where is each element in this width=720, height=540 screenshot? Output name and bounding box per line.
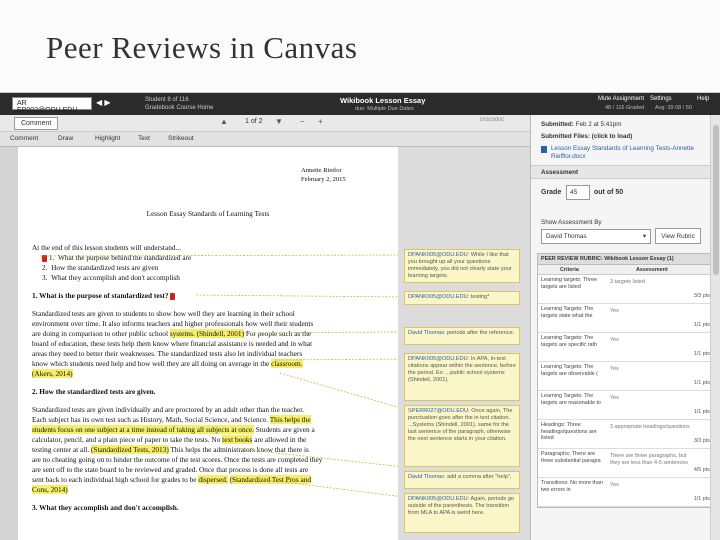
para1-line: (Akers, 2014) [32, 369, 73, 378]
comment-note[interactable]: DPANK005@ODU.EDU: Again, periods go outs… [404, 493, 520, 533]
document-icon [541, 146, 547, 153]
student-nav-arrows-icon[interactable]: ◀ ▶ [96, 98, 111, 107]
rubric-table: PEER REVIEW RUBRIC: Wikibook Lesson Essa… [537, 253, 715, 508]
para2-line: Cons, 2014) [32, 485, 68, 494]
para1-line: Standardized tests are given to students… [32, 309, 295, 318]
comment-note[interactable]: DPANK005@ODU.EDU: While I like that you … [404, 249, 520, 283]
rubric-title: PEER REVIEW RUBRIC: Wikibook Lesson Essa… [538, 254, 714, 265]
essay-author: Annette Rietfor [301, 167, 342, 174]
page-indicator: 1 of 2 [245, 118, 263, 125]
slide-title: Peer Reviews in Canvas [46, 30, 358, 65]
assessment-header: Assessment [636, 267, 668, 273]
para2-line: are sent off to the state board to be re… [32, 465, 309, 474]
document-toolbar: Comment ▲ 1 of 2 ▼ − + crocodoc [0, 115, 530, 132]
para2-line: sent back to each individual high school… [32, 475, 312, 484]
para2-line: students focus on one subject at a time … [32, 425, 315, 434]
zoom-out-icon[interactable]: − [300, 117, 305, 126]
criteria-header: Criteria [560, 267, 579, 273]
annotation-toolbar: Comment Draw Highlight Text Strikeout [0, 132, 530, 147]
rubric-row: Learning targets: Three targets are list… [538, 275, 714, 304]
assessor-select[interactable]: David Thomas ▾ [541, 229, 651, 244]
intro-line: At the end of this lesson students will … [32, 243, 181, 252]
panel-scrollbar[interactable] [710, 115, 720, 540]
settings-button[interactable]: Settings [650, 96, 672, 102]
essay-date: February 2, 2015 [301, 176, 346, 183]
assessment-header: Assessment [531, 165, 720, 179]
para2-line: Each subject has its own test such as Hi… [32, 415, 311, 424]
rubric-row: Learning Targets: The targets are observ… [538, 362, 714, 391]
rubric-row: Learning Targets: The targets are specif… [538, 333, 714, 362]
comment-note[interactable]: DPANK005@ODU.EDU: In APA, in-text citati… [404, 353, 520, 401]
due-date: due: Multiple Due Dates [355, 106, 414, 112]
scrollbar-thumb[interactable] [713, 125, 719, 275]
submitted-file-link[interactable]: Lesson Essay Standards of Learning Tests… [551, 145, 701, 161]
rubric-row: Headings: Three headings/questions are l… [538, 420, 714, 449]
next-page-icon[interactable]: ▼ [275, 117, 283, 126]
help-button[interactable]: Help [697, 96, 709, 102]
para1-line: know which students need help and how we… [32, 359, 303, 368]
heading-1: 1. What is the purpose of standardized t… [32, 291, 387, 301]
list-item: 3. What they accomplish and don't accomp… [42, 273, 180, 282]
crocodoc-logo: crocodoc [480, 117, 505, 123]
comment-note[interactable]: SPERR027@ODU.EDU: Once again, The punctu… [404, 405, 520, 467]
grade-label: Grade [541, 189, 562, 196]
graded-count: 48 / 116 Graded [605, 105, 645, 111]
assignment-title[interactable]: Wikibook Lesson Essay [340, 96, 425, 105]
strikeout-tool[interactable]: Strikeout [168, 135, 194, 142]
show-assessment-label: Show Assessment By [541, 219, 602, 226]
essay-page: Annette Rietfor February 2, 2015 Lesson … [18, 147, 398, 540]
grade-max: out of 50 [594, 189, 624, 196]
view-rubric-button[interactable]: View Rubric [655, 228, 701, 244]
zoom-in-icon[interactable]: + [318, 117, 323, 126]
para1-line: environment over time. It also informs t… [32, 319, 314, 328]
comment-tab[interactable]: Comment [14, 117, 59, 130]
rubric-row: Paragraphs: There are three substantial … [538, 449, 714, 478]
para2-line: calculator, pencil, and a plain piece of… [32, 435, 307, 444]
prev-page-icon[interactable]: ▲ [220, 117, 228, 126]
comment-margin: DPANK005@ODU.EDU: While I like that you … [398, 147, 530, 540]
annotation-pin-icon[interactable] [170, 292, 176, 300]
para1-line: are doing in comparison to other public … [32, 329, 312, 338]
rubric-row: Transitions: No more than two errors in Y… [538, 478, 714, 507]
slide-header: Peer Reviews in Canvas [0, 0, 720, 92]
list-item: 2. How the standardized tests are given [42, 263, 159, 272]
comment-note[interactable]: David Thomas: periods after the referenc… [404, 327, 520, 345]
draw-tool[interactable]: Draw [58, 135, 73, 142]
canvas-speedgrader-screenshot: AR EP002@ODU.EDU ◀ ▶ Student 8 of 116 Gr… [0, 92, 720, 540]
rubric-header-row: Criteria Assessment [538, 265, 714, 275]
student-select[interactable]: AR EP002@ODU.EDU [12, 97, 92, 114]
grade-input[interactable]: 45 [566, 185, 590, 200]
rubric-row: Learning Targets: The targets are reason… [538, 391, 714, 420]
text-tool[interactable]: Text [138, 135, 150, 142]
mute-assignment-button[interactable]: Mute Assignment [598, 96, 644, 102]
average-score: Avg: 39.08 / 50 [655, 105, 692, 111]
para2-line: are no cheating going on to hinder the o… [32, 455, 323, 464]
heading-2: 2. How the standardized tests are given. [32, 387, 156, 396]
para1-line: board of education, these tests help the… [32, 339, 313, 348]
gradebook-link[interactable]: Gradebook Course Home [145, 105, 213, 111]
student-count: Student 8 of 116 [145, 97, 189, 103]
highlight-tool[interactable]: Highlight [95, 135, 120, 142]
comment-note[interactable]: DPANK005@ODU.EDU: testing* [404, 291, 520, 305]
list-item: 1. What the purpose behind the standardi… [42, 253, 397, 263]
essay-title: Lesson Essay Standards of Learning Tests [146, 209, 270, 218]
rubric-row: Learning Targets: The targets state what… [538, 304, 714, 333]
heading-3: 3. What they accomplish and don't accomp… [32, 503, 179, 512]
annotation-pin-icon[interactable] [42, 254, 47, 262]
submitted-files-label: Submitted Files: (click to load) [541, 133, 633, 140]
document-viewer: Annette Rietfor February 2, 2015 Lesson … [0, 147, 530, 540]
para2-line: testing center at all. (Standardized Tes… [32, 445, 309, 454]
comment-note[interactable]: David Thomas: add a comma after "help". [404, 471, 520, 489]
grading-panel: Submitted: Feb 2 at 5:41pm Submitted Fil… [530, 115, 720, 540]
submitted-row: Submitted: Feb 2 at 5:41pm [541, 121, 622, 128]
para1-line: areas they need to better their weakness… [32, 349, 303, 358]
para2-line: Standardized tests are given individuall… [32, 405, 305, 414]
chevron-down-icon: ▾ [642, 233, 646, 240]
comment-tool[interactable]: Comment [10, 135, 38, 142]
speedgrader-header: AR EP002@ODU.EDU ◀ ▶ Student 8 of 116 Gr… [0, 93, 720, 115]
